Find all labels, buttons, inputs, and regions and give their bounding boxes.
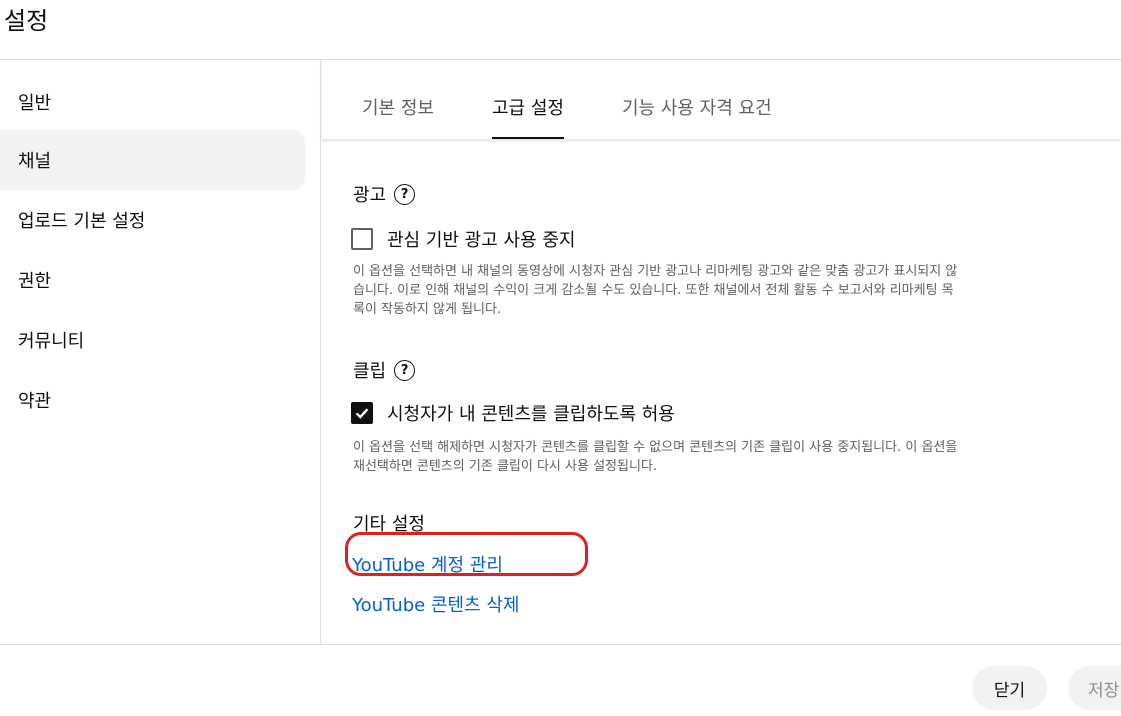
delete-youtube-content-link[interactable]: YouTube 콘텐츠 삭제: [352, 591, 519, 617]
other-heading-text: 기타 설정: [353, 514, 425, 535]
manage-account-label: YouTube 계정 관리: [352, 555, 503, 576]
disable-interest-ads-option[interactable]: 관심 기반 광고 사용 중지: [351, 226, 576, 252]
sidebar-item-community[interactable]: 커뮤니티: [0, 310, 305, 370]
sidebar-item-general[interactable]: 일반: [0, 72, 305, 132]
checkmark-icon: [355, 408, 369, 419]
help-icon[interactable]: ?: [394, 183, 416, 205]
allow-clips-option[interactable]: 시청자가 내 콘텐츠를 클립하도록 허용: [351, 400, 675, 426]
dialog-footer: 닫기 저장: [0, 644, 1121, 716]
description-line: 이 옵션을 선택 해제하면 시청자가 콘텐츠를 클립할 수 없으며 콘텐츠의 기…: [353, 440, 958, 455]
sidebar-item-label: 업로드 기본 설정: [18, 211, 146, 232]
clips-section-heading: 클립 ?: [353, 357, 416, 383]
description-line: 습니다. 이로 인해 채널의 수익이 크게 감소될 수도 있습니다. 또한 채널…: [353, 283, 954, 298]
dialog-header: 설정: [0, 0, 1121, 60]
clips-description: 이 옵션을 선택 해제하면 시청자가 콘텐츠를 클립할 수 없으며 콘텐츠의 기…: [353, 438, 1101, 476]
sidebar-item-label: 권한: [18, 271, 52, 292]
allow-clips-label: 시청자가 내 콘텐츠를 클립하도록 허용: [387, 404, 675, 425]
save-button[interactable]: 저장: [1068, 666, 1121, 710]
sidebar-item-label: 채널: [18, 151, 52, 172]
tab-bar: 기본 정보 고급 설정 기능 사용 자격 요건: [322, 60, 1121, 139]
sidebar-item-label: 커뮤니티: [18, 331, 85, 352]
sidebar-item-label: 일반: [18, 93, 52, 114]
channel-settings-panel: 기본 정보 고급 설정 기능 사용 자격 요건 광고 ? 관심 기반 광고 사용…: [322, 60, 1121, 644]
settings-sidebar: 일반 채널 업로드 기본 설정 권한 커뮤니티 약관: [0, 60, 321, 644]
description-line: 록이 작동하지 않게 됩니다.: [353, 302, 502, 317]
tab-feature-eligibility[interactable]: 기능 사용 자격 요건: [622, 94, 772, 139]
tab-advanced-settings[interactable]: 고급 설정: [492, 94, 564, 139]
ads-section-heading: 광고 ?: [353, 181, 416, 207]
other-settings-heading: 기타 설정: [353, 510, 425, 536]
sidebar-item-label: 약관: [18, 391, 52, 412]
description-line: 이 옵션을 선택하면 내 채널의 동영상에 시청자 관심 기반 광고나 리마케팅…: [353, 264, 958, 279]
help-icon[interactable]: ?: [394, 359, 416, 381]
disable-interest-ads-label: 관심 기반 광고 사용 중지: [387, 230, 576, 251]
checkbox-checked-icon[interactable]: [351, 402, 373, 424]
sidebar-item-channel[interactable]: 채널: [0, 130, 305, 190]
sidebar-item-permissions[interactable]: 권한: [0, 250, 305, 310]
manage-youtube-account-link[interactable]: YouTube 계정 관리: [345, 532, 588, 577]
clips-heading-text: 클립: [353, 361, 387, 382]
tab-basic-info[interactable]: 기본 정보: [362, 94, 434, 139]
sidebar-item-terms[interactable]: 약관: [0, 370, 305, 430]
checkbox-unchecked-icon[interactable]: [351, 228, 373, 250]
dialog-title: 설정: [4, 7, 49, 35]
description-line: 재선택하면 콘텐츠의 기존 클립이 다시 사용 설정됩니다.: [353, 459, 658, 474]
ads-heading-text: 광고: [353, 185, 387, 206]
sidebar-item-upload-defaults[interactable]: 업로드 기본 설정: [0, 190, 305, 250]
ads-description: 이 옵션을 선택하면 내 채널의 동영상에 시청자 관심 기반 광고나 리마케팅…: [353, 262, 1101, 319]
close-button[interactable]: 닫기: [972, 666, 1047, 710]
